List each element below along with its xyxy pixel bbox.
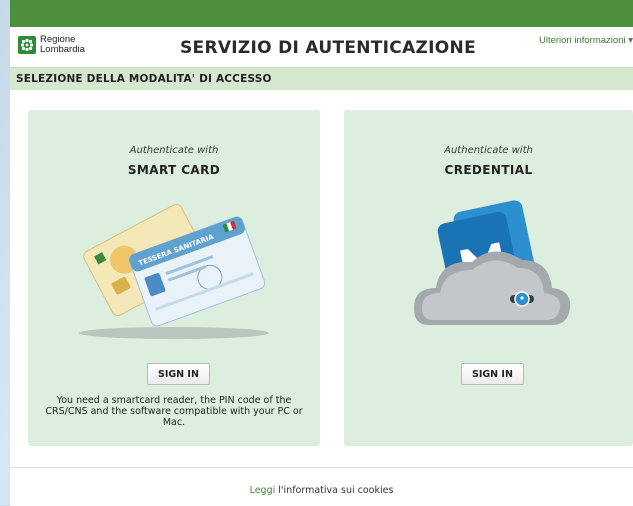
credential-option: Authenticate with CREDENTIAL SIGN IN [344,110,633,446]
more-info-link[interactable]: Ulteriori informazioni ▾ [539,35,633,46]
credential-illustration [344,200,633,350]
page: Regione Lombardia SERVIZIO DI AUTENTICAZ… [10,0,633,506]
content-area: Authenticate with SMART CARD TESSERA SAN… [10,90,633,448]
section-title: SELEZIONE DELLA MODALITA' DI ACCESSO [10,67,633,90]
rosa-camuna-icon [18,36,36,54]
authenticate-with-label: Authenticate with [444,145,533,156]
credential-method-title: CREDENTIAL [444,163,533,177]
top-color-bar [10,0,633,27]
smart-card-icon: TESSERA SANITARIA [79,203,269,339]
page-title: SERVIZIO DI AUTENTICAZIONE [180,38,476,58]
footer: Leggi l'informativa sui cookies [10,467,633,506]
logo-text: Regione Lombardia [40,35,85,55]
chevron-down-icon: ▾ [628,35,633,46]
smart-card-requirements-note: You need a smartcard reader, the PIN cod… [45,395,303,428]
cookie-notice-text: l'informativa sui cookies [278,485,394,496]
authenticate-with-label: Authenticate with [129,145,219,156]
smart-card-method-title: SMART CARD [127,163,221,177]
logo-line-2: Lombardia [40,44,85,55]
smart-card-illustration: TESSERA SANITARIA [28,200,320,350]
credential-sign-in-button[interactable]: SIGN IN [461,363,524,385]
smart-card-sign-in-button[interactable]: SIGN IN [147,363,210,385]
more-info-label: Ulteriori informazioni [538,35,626,46]
regione-lombardia-logo[interactable]: Regione Lombardia [18,35,85,55]
cookie-notice: Leggi l'informativa sui cookies [10,485,633,496]
smart-card-option: Authenticate with SMART CARD TESSERA SAN… [28,110,320,446]
cloud-credential-icon [414,200,571,325]
cookie-policy-link[interactable]: Leggi [250,485,276,496]
header: Regione Lombardia SERVIZIO DI AUTENTICAZ… [10,27,633,67]
